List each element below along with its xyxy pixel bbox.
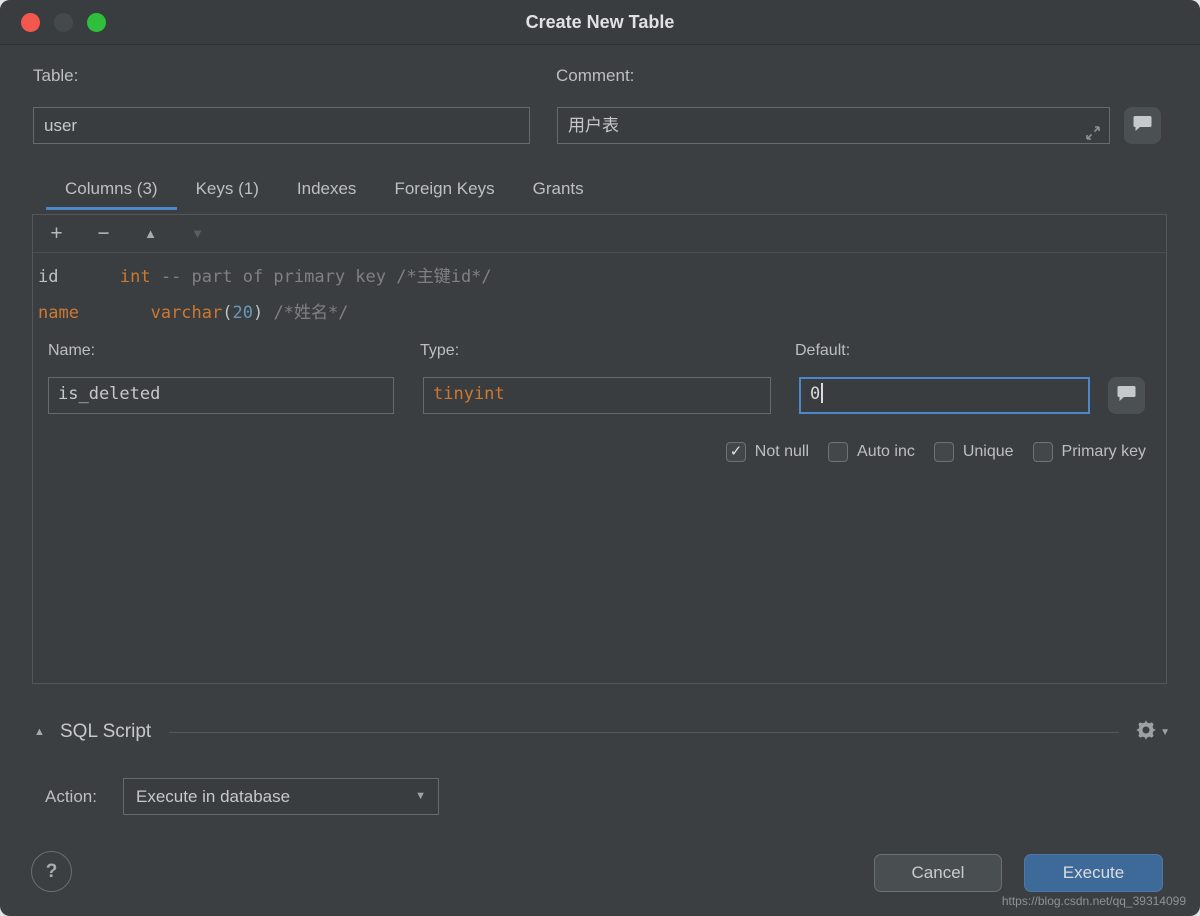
column-name: name	[38, 303, 151, 323]
column-row[interactable]: name varchar(20) /*姓名*/	[38, 295, 1164, 331]
column-type-value: tinyint	[433, 384, 505, 404]
column-type: varchar	[151, 303, 223, 323]
tab-keys[interactable]: Keys (1)	[177, 168, 278, 210]
comment-bubble-button[interactable]	[1124, 107, 1161, 144]
gear-icon[interactable]	[1135, 719, 1157, 746]
help-button[interactable]: ?	[31, 851, 72, 892]
paren-close: )	[253, 303, 263, 323]
watermark-text: https://blog.csdn.net/qq_39314099	[1002, 894, 1186, 908]
create-new-table-dialog: Create New Table Table: Comment: user 用户…	[0, 0, 1200, 916]
chevron-down-icon: ▼	[415, 779, 426, 814]
action-selected-value: Execute in database	[136, 787, 290, 806]
auto-inc-checkbox[interactable]: Auto inc	[828, 442, 915, 462]
checkbox-box[interactable]	[726, 442, 746, 462]
tab-grants[interactable]: Grants	[514, 168, 603, 210]
column-name: id	[38, 267, 120, 287]
add-column-icon[interactable]: +	[33, 222, 80, 246]
action-select[interactable]: Execute in database ▼	[123, 778, 439, 815]
zoom-window-button[interactable]	[87, 13, 106, 32]
comment-label: Comment:	[556, 66, 634, 86]
comment-bubble-icon	[1117, 385, 1136, 407]
type-label: Type:	[420, 342, 459, 360]
collapse-section-icon[interactable]: ▲	[30, 726, 60, 738]
text-caret	[821, 383, 823, 403]
column-name-input[interactable]: is_deleted	[48, 377, 394, 414]
name-label: Name:	[48, 342, 95, 360]
column-flags: Not null Auto inc Unique Primary key	[726, 442, 1146, 462]
action-label: Action:	[45, 787, 97, 807]
table-label: Table:	[33, 66, 78, 86]
column-type-input[interactable]: tinyint	[423, 377, 771, 414]
default-label: Default:	[795, 342, 850, 360]
execute-button[interactable]: Execute	[1024, 854, 1163, 892]
tab-foreign-keys[interactable]: Foreign Keys	[375, 168, 513, 210]
table-name-value: user	[44, 116, 77, 135]
checkbox-box[interactable]	[934, 442, 954, 462]
column-type: int	[120, 267, 151, 287]
column-name-value: is_deleted	[58, 384, 160, 404]
sql-script-section: ▲ SQL Script ▼	[30, 712, 1170, 752]
checkbox-label: Not null	[755, 443, 809, 461]
cancel-button[interactable]: Cancel	[874, 854, 1002, 892]
move-up-icon[interactable]: ▲	[127, 226, 174, 241]
column-row[interactable]: id int -- part of primary key /*主键id*/	[38, 259, 1164, 295]
columns-toolbar: + − ▲ ▼	[33, 215, 1166, 253]
comment-bubble-icon	[1133, 115, 1152, 137]
column-default-input[interactable]: 0	[799, 377, 1090, 414]
tab-columns[interactable]: Columns (3)	[46, 168, 177, 210]
not-null-checkbox[interactable]: Not null	[726, 442, 809, 462]
table-editor-tabs: Columns (3) Keys (1) Indexes Foreign Key…	[46, 168, 603, 210]
move-down-icon[interactable]: ▼	[174, 226, 221, 241]
default-comment-bubble-button[interactable]	[1108, 377, 1145, 414]
remove-column-icon[interactable]: −	[80, 222, 127, 246]
table-name-input[interactable]: user	[33, 107, 530, 144]
checkbox-label: Auto inc	[857, 443, 915, 461]
window-title: Create New Table	[0, 0, 1200, 45]
minimize-window-button[interactable]	[54, 13, 73, 32]
checkbox-label: Primary key	[1062, 443, 1146, 461]
comment-input[interactable]: 用户表	[557, 107, 1110, 144]
paren-open: (	[222, 303, 232, 323]
column-size: 20	[233, 303, 253, 323]
comment-value: 用户表	[568, 116, 619, 135]
checkbox-box[interactable]	[1033, 442, 1053, 462]
column-default-value: 0	[810, 384, 820, 404]
close-window-button[interactable]	[21, 13, 40, 32]
column-comment: /*姓名*/	[263, 303, 348, 323]
checkbox-label: Unique	[963, 443, 1014, 461]
primary-key-checkbox[interactable]: Primary key	[1033, 442, 1146, 462]
column-comment: -- part of primary key /*主键id*/	[151, 267, 492, 287]
titlebar: Create New Table	[0, 0, 1200, 45]
expand-editor-icon[interactable]	[1085, 118, 1101, 153]
tab-indexes[interactable]: Indexes	[278, 168, 376, 210]
checkbox-box[interactable]	[828, 442, 848, 462]
gear-dropdown-icon[interactable]: ▼	[1160, 727, 1170, 738]
section-divider	[169, 732, 1119, 733]
sql-script-title[interactable]: SQL Script	[60, 721, 151, 743]
unique-checkbox[interactable]: Unique	[934, 442, 1014, 462]
columns-panel: + − ▲ ▼ id int -- part of primary key /*…	[32, 214, 1167, 684]
